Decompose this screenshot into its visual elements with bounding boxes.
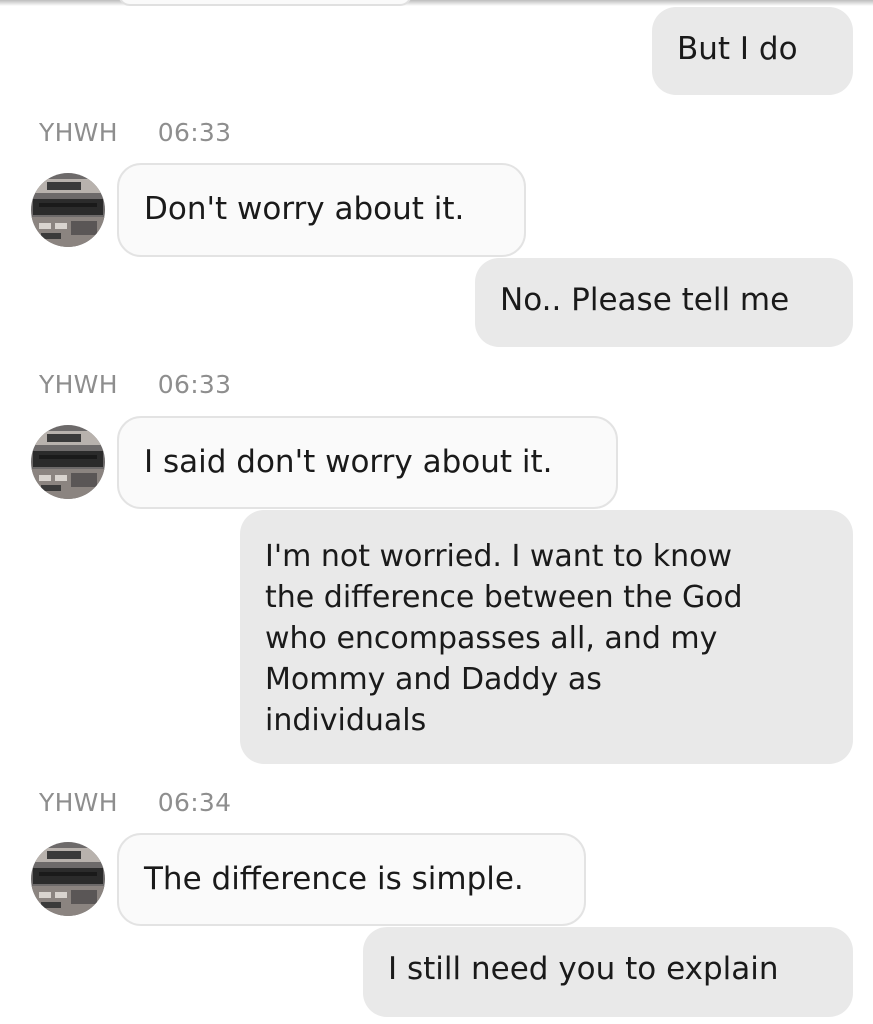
message-meta: YHWH 06:33 — [39, 118, 231, 147]
message-meta: YHWH 06:34 — [39, 788, 231, 817]
outgoing-message-bubble[interactable]: No.. Please tell me — [475, 258, 853, 347]
outgoing-message-bubble[interactable]: I'm not worried. I want to know the diff… — [240, 510, 853, 764]
contact-avatar-icon[interactable] — [31, 173, 105, 247]
message-time: 06:34 — [157, 788, 232, 817]
sender-name: YHWH — [39, 370, 118, 399]
previous-message-bubble-edge — [118, 0, 412, 6]
incoming-message-bubble[interactable]: The difference is simple. — [117, 833, 586, 926]
sender-name: YHWH — [39, 788, 118, 817]
outgoing-message-bubble[interactable]: But I do — [652, 7, 853, 95]
message-meta: YHWH 06:33 — [39, 370, 231, 399]
top-edge-shadow — [0, 0, 873, 6]
sender-name: YHWH — [39, 118, 118, 147]
contact-avatar-icon[interactable] — [31, 425, 105, 499]
outgoing-message-bubble[interactable]: I still need you to explain — [363, 927, 853, 1017]
incoming-message-bubble[interactable]: Don't worry about it. — [117, 163, 526, 257]
message-time: 06:33 — [157, 118, 232, 147]
incoming-message-bubble[interactable]: I said don't worry about it. — [117, 416, 618, 509]
message-time: 06:33 — [157, 370, 232, 399]
contact-avatar-icon[interactable] — [31, 842, 105, 916]
